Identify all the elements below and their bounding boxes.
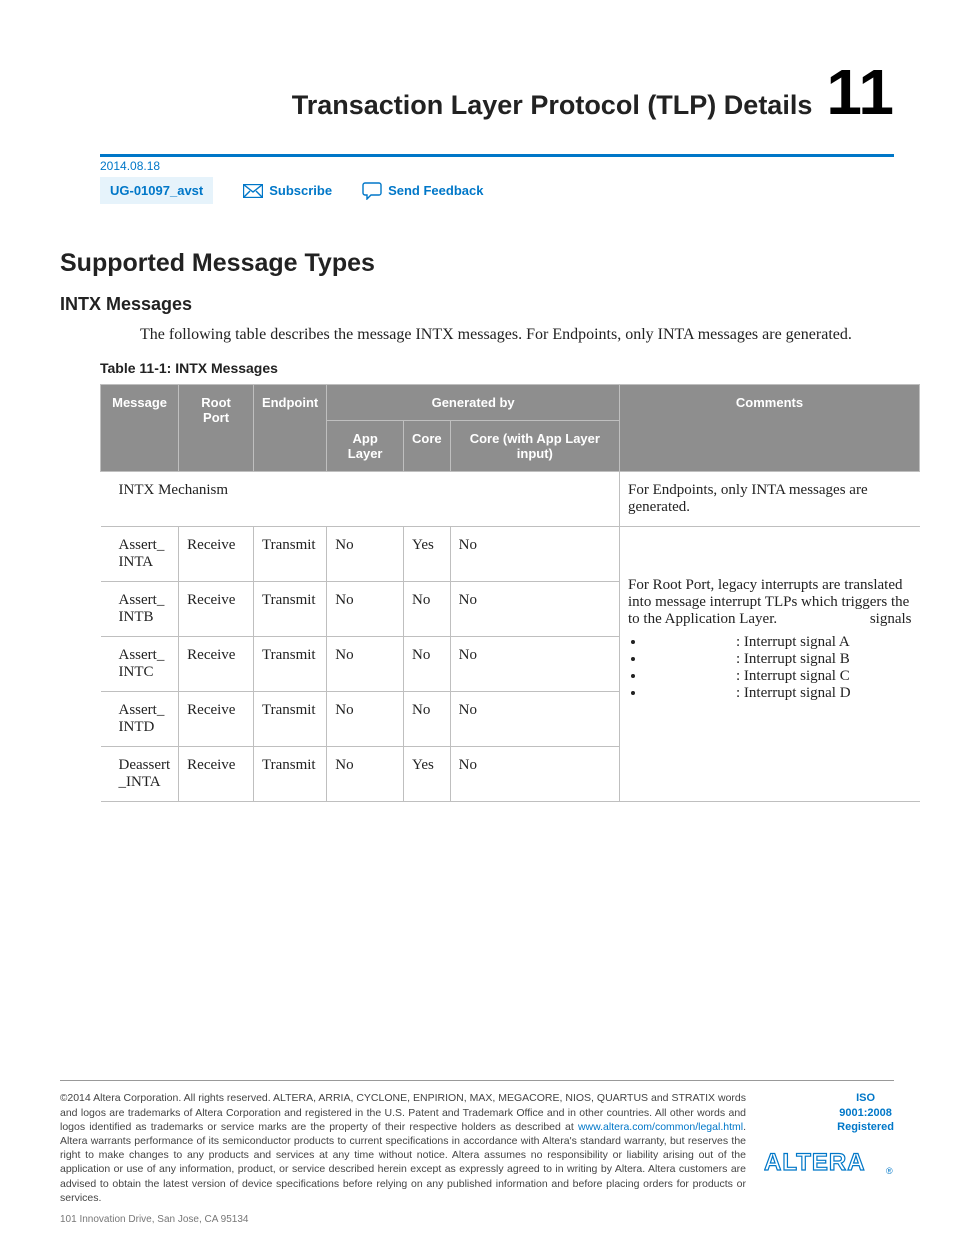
cell-core: Yes <box>404 747 451 802</box>
chapter-number: 11 <box>826 60 894 124</box>
table-row: Assert_ INTA Receive Transmit No Yes No … <box>101 527 920 582</box>
th-app-layer: App Layer <box>327 421 404 472</box>
cell-corein: No <box>450 582 619 637</box>
chapter-header: Transaction Layer Protocol (TLP) Details… <box>60 60 894 124</box>
footer-address: 101 Innovation Drive, San Jose, CA 95134 <box>60 1214 248 1225</box>
doc-row: UG-01097_avst Subscribe Send Feedback <box>100 177 894 204</box>
cell-root: Receive <box>179 527 254 582</box>
footer-right: ISO 9001:2008 Registered ALTERA ® <box>764 1091 894 1205</box>
footer: ©2014 Altera Corporation. All rights res… <box>60 1080 894 1205</box>
feedback-label: Send Feedback <box>388 183 483 198</box>
cell-corein: No <box>450 637 619 692</box>
cell-root: Receive <box>179 582 254 637</box>
th-message: Message <box>101 385 179 472</box>
list-item: : Interrupt signal D <box>646 685 912 702</box>
th-core-input: Core (with App Layer input) <box>450 421 619 472</box>
doc-id[interactable]: UG-01097_avst <box>100 177 213 204</box>
svg-text:®: ® <box>886 1166 893 1176</box>
comments-cell: For Root Port, legacy interrupts are tra… <box>620 527 920 802</box>
subsection-heading: INTX Messages <box>60 294 894 315</box>
list-item: : Interrupt signal C <box>646 668 912 685</box>
table-head: Message Root Port Endpoint Generated by … <box>101 385 920 472</box>
th-root-port: Root Port <box>179 385 254 472</box>
subscribe-label: Subscribe <box>269 183 332 198</box>
cell-corein: No <box>450 747 619 802</box>
mechanism-label: INTX Mechanism <box>101 472 620 527</box>
cell-app: No <box>327 692 404 747</box>
comments-para1-tail: signals <box>870 611 912 628</box>
speech-bubble-icon <box>362 182 382 200</box>
cell-ep: Transmit <box>253 637 326 692</box>
cell-corein: No <box>450 692 619 747</box>
copyright-year: 2014 <box>67 1092 90 1104</box>
th-generated-by: Generated by <box>327 385 620 421</box>
cell-msg: Deassert _INTA <box>101 747 179 802</box>
footer-legal: ©2014 Altera Corporation. All rights res… <box>60 1091 746 1205</box>
comments-para1: For Root Port, legacy interrupts are tra… <box>628 577 909 610</box>
cell-msg: Assert_ INTA <box>101 527 179 582</box>
th-core: Core <box>404 421 451 472</box>
meta-bar: 2014.08.18 UG-01097_avst Subscribe Send … <box>100 154 894 204</box>
cell-root: Receive <box>179 747 254 802</box>
list-item: : Interrupt signal B <box>646 651 912 668</box>
table-body: INTX Mechanism For Endpoints, only INTA … <box>101 472 920 802</box>
cell-core: Yes <box>404 527 451 582</box>
cell-app: No <box>327 527 404 582</box>
mechanism-row: INTX Mechanism For Endpoints, only INTA … <box>101 472 920 527</box>
mechanism-comment: For Endpoints, only INTA messages are ge… <box>620 472 920 527</box>
subscribe-link[interactable]: Subscribe <box>243 183 332 198</box>
interrupt-list: : Interrupt signal A : Interrupt signal … <box>628 634 912 702</box>
th-endpoint: Endpoint <box>253 385 326 472</box>
list-item: : Interrupt signal A <box>646 634 912 651</box>
doc-date: 2014.08.18 <box>100 159 894 173</box>
cell-app: No <box>327 747 404 802</box>
cell-corein: No <box>450 527 619 582</box>
page-container: Transaction Layer Protocol (TLP) Details… <box>0 0 954 1235</box>
cell-ep: Transmit <box>253 527 326 582</box>
chapter-title: Transaction Layer Protocol (TLP) Details <box>292 90 813 121</box>
cell-app: No <box>327 582 404 637</box>
cell-msg: Assert_ INTB <box>101 582 179 637</box>
envelope-icon <box>243 184 263 198</box>
altera-logo: ALTERA ® <box>764 1146 894 1178</box>
logo-text: ALTERA <box>764 1149 866 1176</box>
legal-link[interactable]: www.altera.com/common/legal.html <box>578 1121 743 1133</box>
table-caption: Table 11-1: INTX Messages <box>100 360 894 376</box>
th-comments: Comments <box>620 385 920 472</box>
cell-ep: Transmit <box>253 692 326 747</box>
cell-root: Receive <box>179 692 254 747</box>
cell-core: No <box>404 637 451 692</box>
footer-text2: . Altera warrants performance of its sem… <box>60 1121 746 1204</box>
cell-core: No <box>404 582 451 637</box>
cell-app: No <box>327 637 404 692</box>
cell-ep: Transmit <box>253 747 326 802</box>
iso-badge[interactable]: ISO 9001:2008 Registered <box>837 1091 894 1134</box>
cell-msg: Assert_ INTC <box>101 637 179 692</box>
intro-paragraph: The following table describes the messag… <box>140 323 860 346</box>
feedback-link[interactable]: Send Feedback <box>362 182 483 200</box>
cell-core: No <box>404 692 451 747</box>
intx-table: Message Root Port Endpoint Generated by … <box>100 384 920 802</box>
cell-msg: Assert_ INTD <box>101 692 179 747</box>
cell-ep: Transmit <box>253 582 326 637</box>
section-heading: Supported Message Types <box>60 249 894 278</box>
cell-root: Receive <box>179 637 254 692</box>
